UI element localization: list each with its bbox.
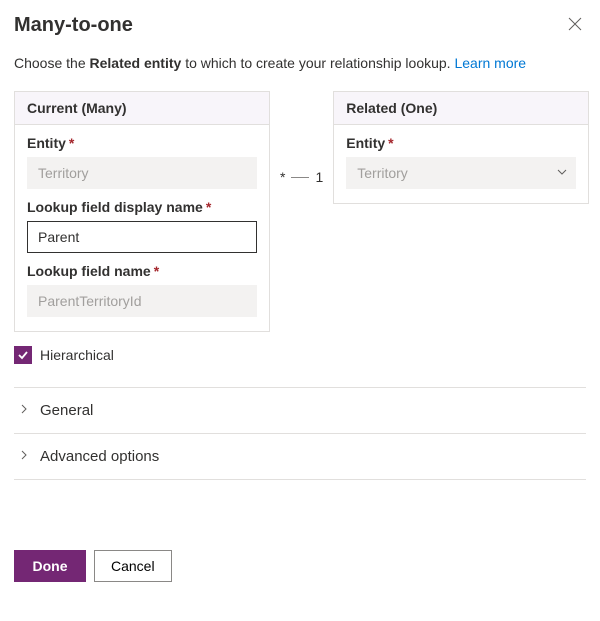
lookup-name-field: ParentTerritoryId bbox=[27, 285, 257, 317]
panel-subtitle: Choose the Related entity to which to cr… bbox=[14, 55, 586, 71]
connector-line-icon bbox=[291, 177, 309, 178]
hierarchical-label: Hierarchical bbox=[40, 347, 114, 363]
section-advanced[interactable]: Advanced options bbox=[14, 433, 586, 480]
learn-more-link[interactable]: Learn more bbox=[454, 55, 526, 71]
chevron-right-icon bbox=[18, 448, 30, 465]
section-general-label: General bbox=[40, 402, 93, 419]
chevron-right-icon bbox=[18, 402, 30, 419]
related-entity-label: Entity* bbox=[346, 135, 576, 151]
cardinality-one: 1 bbox=[315, 169, 323, 185]
cardinality-connector: * 1 bbox=[270, 161, 333, 193]
done-button[interactable]: Done bbox=[14, 550, 86, 582]
check-icon bbox=[17, 349, 29, 361]
lookup-display-label: Lookup field display name* bbox=[27, 199, 257, 215]
cancel-button[interactable]: Cancel bbox=[94, 550, 172, 582]
current-card-header: Current (Many) bbox=[15, 92, 269, 125]
close-icon bbox=[568, 17, 582, 31]
panel-title: Many-to-one bbox=[14, 14, 133, 37]
close-button[interactable] bbox=[564, 14, 586, 36]
cardinality-many: * bbox=[280, 169, 285, 185]
lookup-display-input[interactable] bbox=[27, 221, 257, 253]
related-entity-select[interactable]: Territory bbox=[346, 157, 576, 189]
current-entity-field: Territory bbox=[27, 157, 257, 189]
current-entity-label: Entity* bbox=[27, 135, 257, 151]
section-advanced-label: Advanced options bbox=[40, 448, 159, 465]
hierarchical-checkbox[interactable] bbox=[14, 346, 32, 364]
lookup-name-label: Lookup field name* bbox=[27, 263, 257, 279]
related-card: Related (One) Entity* Territory bbox=[333, 91, 589, 204]
current-card: Current (Many) Entity* Territory Lookup … bbox=[14, 91, 270, 332]
related-card-header: Related (One) bbox=[334, 92, 588, 125]
section-general[interactable]: General bbox=[14, 387, 586, 434]
